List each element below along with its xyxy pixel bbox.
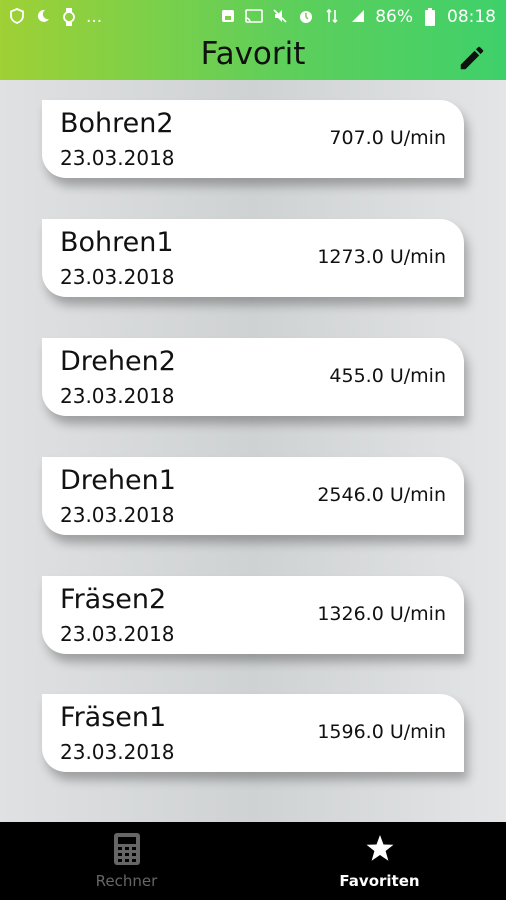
favorite-name: Bohren1 bbox=[60, 227, 174, 258]
mute-icon bbox=[271, 8, 289, 26]
moon-icon bbox=[34, 8, 52, 26]
favorite-value: 1596.0 U/min bbox=[317, 721, 446, 743]
status-bar: ... 86% 08:18 bbox=[0, 0, 506, 36]
favorite-value: 455.0 U/min bbox=[329, 365, 446, 387]
star-icon bbox=[366, 835, 393, 861]
alarm-icon bbox=[297, 8, 315, 26]
favorite-card[interactable]: Fräsen2 23.03.2018 1326.0 U/min bbox=[42, 576, 464, 654]
favorite-name: Drehen2 bbox=[60, 346, 176, 377]
battery-icon bbox=[421, 8, 439, 26]
nav-item-rechner[interactable]: Rechner bbox=[0, 822, 253, 900]
favorite-card[interactable]: Drehen1 23.03.2018 2546.0 U/min bbox=[42, 457, 464, 535]
battery-percent: 86% bbox=[375, 7, 413, 27]
favorite-date: 23.03.2018 bbox=[60, 146, 175, 170]
clock: 08:18 bbox=[447, 7, 496, 27]
favorite-date: 23.03.2018 bbox=[60, 265, 175, 289]
favorite-value: 707.0 U/min bbox=[329, 127, 446, 149]
watch-icon bbox=[60, 8, 78, 26]
favorites-list: Bohren2 23.03.2018 707.0 U/min Bohren1 2… bbox=[0, 80, 506, 822]
favorite-date: 23.03.2018 bbox=[60, 740, 175, 764]
favorite-date: 23.03.2018 bbox=[60, 622, 175, 646]
edit-button[interactable] bbox=[454, 40, 490, 76]
favorite-name: Fräsen2 bbox=[60, 584, 167, 615]
page-title: Favorit bbox=[200, 36, 306, 72]
favorite-value: 1326.0 U/min bbox=[317, 603, 446, 625]
signal-icon bbox=[349, 8, 367, 26]
bottom-navigation: Rechner Favoriten bbox=[0, 822, 506, 900]
calculator-icon bbox=[113, 833, 140, 865]
status-left: ... bbox=[8, 7, 102, 27]
pencil-icon bbox=[460, 46, 484, 70]
favorite-name: Drehen1 bbox=[60, 465, 176, 496]
favorite-date: 23.03.2018 bbox=[60, 384, 175, 408]
more-dots: ... bbox=[86, 7, 103, 27]
favorite-value: 2546.0 U/min bbox=[317, 484, 446, 506]
favorite-name: Fräsen1 bbox=[60, 702, 167, 733]
favorite-card[interactable]: Fräsen1 23.03.2018 1596.0 U/min bbox=[42, 694, 464, 772]
nav-item-favoriten[interactable]: Favoriten bbox=[253, 822, 506, 900]
shield-icon bbox=[8, 8, 26, 26]
nav-label-favoriten: Favoriten bbox=[339, 872, 420, 890]
nav-label-rechner: Rechner bbox=[95, 872, 158, 890]
favorite-card[interactable]: Bohren1 23.03.2018 1273.0 U/min bbox=[42, 219, 464, 297]
status-right: 86% 08:18 bbox=[219, 7, 496, 27]
favorite-value: 1273.0 U/min bbox=[317, 246, 446, 268]
cast-icon bbox=[245, 8, 264, 26]
favorite-date: 23.03.2018 bbox=[60, 503, 175, 527]
favorite-card[interactable]: Bohren2 23.03.2018 707.0 U/min bbox=[42, 100, 464, 178]
favorite-name: Bohren2 bbox=[60, 108, 174, 139]
data-signal-icon bbox=[323, 8, 341, 26]
save-icon bbox=[219, 8, 237, 26]
favorite-card[interactable]: Drehen2 23.03.2018 455.0 U/min bbox=[42, 338, 464, 416]
